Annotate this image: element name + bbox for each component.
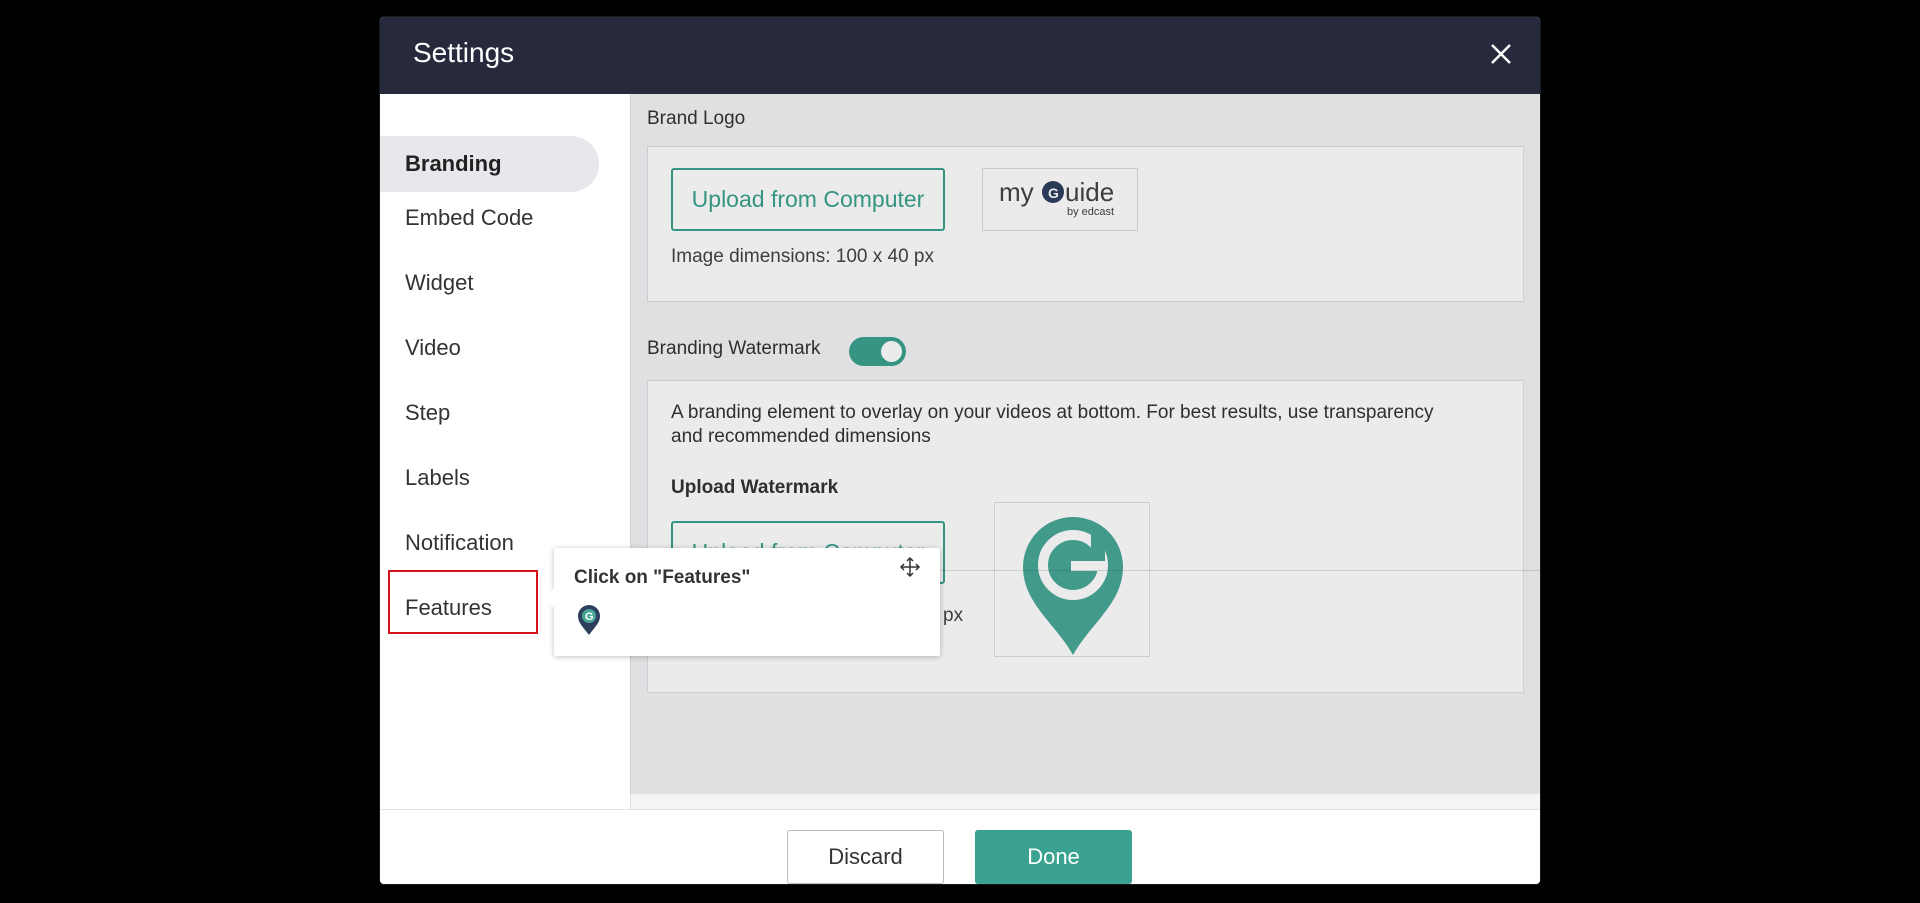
myguide-pin-icon: G <box>578 605 600 635</box>
watermark-dimensions-hint: px <box>943 605 964 626</box>
brand-logo-card: Upload from Computer my G uide by edcast… <box>647 146 1524 302</box>
svg-text:G: G <box>1048 185 1059 201</box>
settings-sidebar: Branding Embed Code Widget Video Step La… <box>380 94 631 809</box>
sidebar-item-step[interactable]: Step <box>380 385 599 441</box>
sidebar-item-branding[interactable]: Branding <box>380 136 599 192</box>
svg-text:by edcast: by edcast <box>1067 206 1114 218</box>
brand-logo-preview: my G uide by edcast <box>982 168 1138 231</box>
dialog-footer: Discard Done <box>380 809 1540 884</box>
sidebar-item-labels[interactable]: Labels <box>380 450 599 506</box>
watermark-preview <box>994 502 1150 657</box>
svg-text:G: G <box>585 611 594 623</box>
watermark-description-line2: and recommended dimensions <box>671 426 931 447</box>
upload-logo-button[interactable]: Upload from Computer <box>671 168 945 231</box>
move-icon[interactable] <box>899 556 921 578</box>
features-highlight-box <box>388 570 538 634</box>
myguide-logo: my G uide by edcast <box>999 177 1114 218</box>
branding-watermark-label: Branding Watermark <box>647 338 821 359</box>
done-button[interactable]: Done <box>975 830 1132 884</box>
svg-text:my: my <box>999 177 1034 207</box>
close-button[interactable] <box>1484 37 1518 71</box>
settings-dialog: Settings Branding Embed Code Widget Vide… <box>380 17 1540 884</box>
guide-tooltip: Click on "Features" G <box>544 548 940 656</box>
watermark-description-line1: A branding element to overlay on your vi… <box>671 402 1434 423</box>
watermark-description: A branding element to overlay on your vi… <box>671 401 1511 449</box>
brand-logo-label: Brand Logo <box>647 108 746 129</box>
sidebar-item-embed-code[interactable]: Embed Code <box>380 190 599 246</box>
close-icon <box>1491 44 1511 64</box>
sidebar-item-video[interactable]: Video <box>380 320 599 376</box>
branding-content: Brand Logo Upload from Computer my G uid… <box>631 94 1540 809</box>
discard-button[interactable]: Discard <box>787 830 944 884</box>
myguide-pin-watermark-icon <box>1023 517 1123 655</box>
dialog-title: Settings <box>413 37 515 68</box>
dialog-header: Settings <box>380 17 1540 94</box>
sidebar-item-widget[interactable]: Widget <box>380 255 599 311</box>
tooltip-title: Click on "Features" <box>574 567 751 588</box>
logo-dimensions-hint: Image dimensions: 100 x 40 px <box>671 246 934 267</box>
svg-text:uide: uide <box>1065 177 1114 207</box>
upload-watermark-heading: Upload Watermark <box>671 477 839 498</box>
watermark-toggle[interactable] <box>849 337 906 366</box>
